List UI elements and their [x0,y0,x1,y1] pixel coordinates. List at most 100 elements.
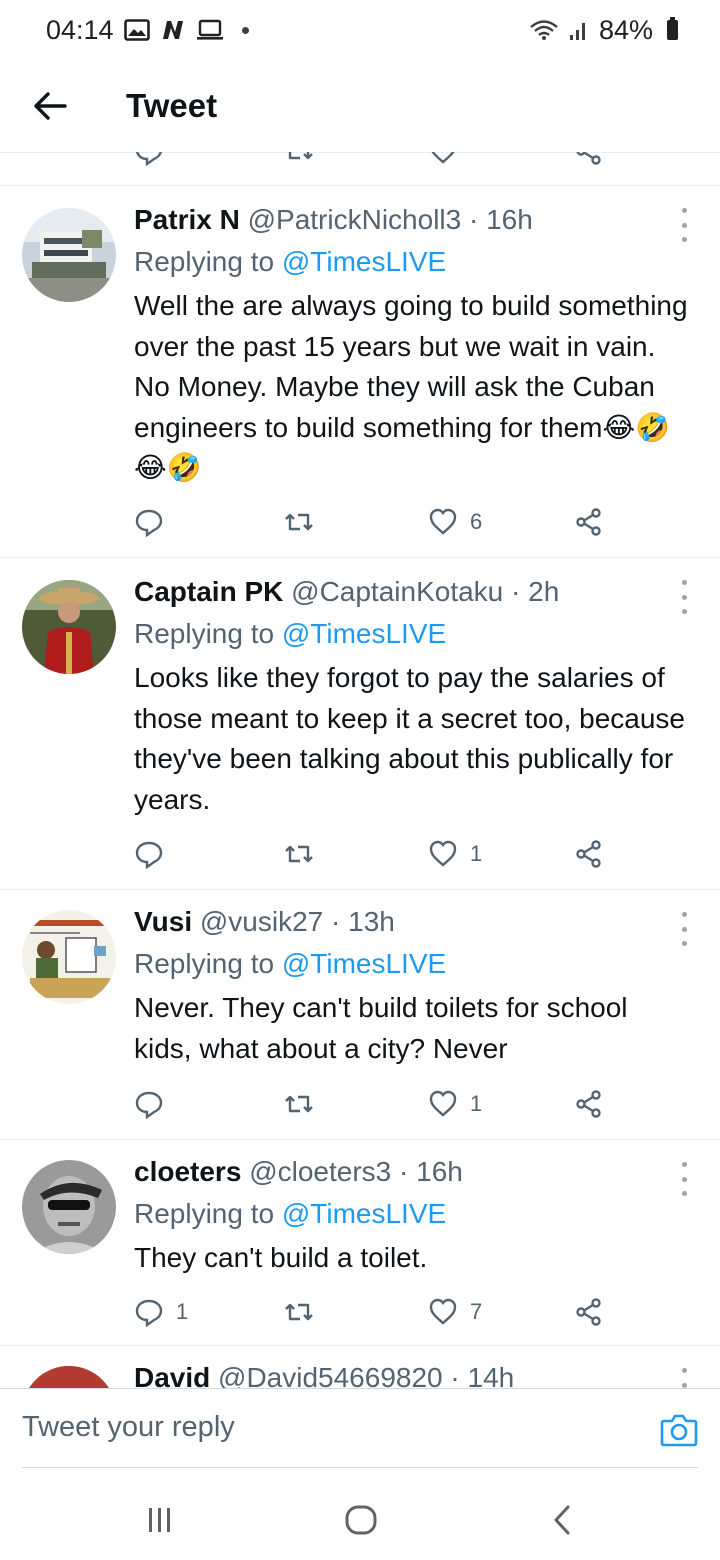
like-count: 1 [470,1091,483,1116]
tweet-time[interactable]: 14h [468,1362,515,1388]
separator: · [450,1362,460,1388]
back-icon [554,1505,570,1535]
author-name[interactable]: cloeters [134,1156,241,1187]
reply-icon[interactable] [134,152,164,166]
retweet-button[interactable] [284,1292,326,1332]
replying-prefix: Replying to [134,1198,282,1229]
like-count: 6 [470,509,483,534]
tweet[interactable]: Vusi @vusik27 · 13h Replying to @TimesLI… [0,890,720,1140]
tweet-actions: 1 [134,834,614,874]
home-button[interactable] [344,1500,378,1545]
mention-link[interactable]: @TimesLIVE [282,1198,446,1229]
author-name[interactable]: Captain PK [134,576,283,607]
reply-button[interactable] [134,834,176,874]
recent-apps-icon [149,1508,170,1532]
avatar[interactable] [22,910,116,1004]
retweet-button[interactable] [284,834,326,874]
share-icon [576,1298,601,1326]
separator: · [469,204,479,235]
laptop-icon [196,19,224,41]
retweet-button[interactable] [284,1084,326,1124]
camera-button[interactable] [660,1413,698,1452]
like-button[interactable]: 1 [428,834,482,874]
retweet-icon [285,513,313,531]
tweet[interactable]: Patrix N @PatrickNicholl3 · 16h Replying… [0,186,720,558]
tweet-content: David @David54669820 · 14h [134,1360,690,1388]
reply-icon [135,1091,163,1119]
author-handle[interactable]: @vusik27 [200,906,323,937]
author-handle[interactable]: @David54669820 [218,1362,443,1388]
avatar[interactable] [22,1160,116,1254]
like-button[interactable]: 6 [428,502,482,542]
app-header: Tweet [0,60,720,153]
share-icon[interactable] [574,152,604,166]
like-button[interactable]: 1 [428,1084,482,1124]
reply-button[interactable]: 1 [134,1292,188,1332]
tweet-content: Vusi @vusik27 · 13h Replying to @TimesLI… [134,904,690,1069]
avatar[interactable] [22,1366,116,1388]
tweet-clipped[interactable]: David @David54669820 · 14h [0,1346,720,1388]
replying-to: Replying to @TimesLIVE [134,614,690,654]
status-time: 04:14 [46,14,114,45]
reply-button[interactable] [134,1084,176,1124]
separator: · [511,576,521,607]
back-button[interactable] [0,60,100,152]
mention-link[interactable]: @TimesLIVE [282,246,446,277]
author-handle[interactable]: @cloeters3 [249,1156,391,1187]
system-nav-bar [0,1480,720,1560]
tweet[interactable]: Captain PK @CaptainKotaku · 2h Replying … [0,558,720,890]
tweet-time[interactable]: 2h [528,576,559,607]
tweet-header: Vusi @vusik27 · 13h [134,904,690,940]
nav-back-button[interactable] [550,1500,574,1545]
share-button[interactable] [574,834,604,874]
replying-prefix: Replying to [134,948,282,979]
author-handle[interactable]: @CaptainKotaku [291,576,503,607]
author-name[interactable]: David [134,1362,210,1388]
battery-icon [667,17,678,40]
signal-icon [569,19,589,41]
tweet-text: Never. They can't build toilets for scho… [134,992,628,1064]
tweet-header: cloeters @cloeters3 · 16h [134,1154,690,1190]
avatar[interactable] [22,580,116,674]
tweet-time[interactable]: 16h [486,204,533,235]
mention-link[interactable]: @TimesLIVE [282,948,446,979]
mention-link[interactable]: @TimesLIVE [282,618,446,649]
reply-button[interactable] [134,502,176,542]
author-name[interactable]: Patrix N [134,204,240,235]
wifi-icon [529,19,559,41]
share-button[interactable] [574,1084,604,1124]
arrow-left-icon [34,92,67,120]
separator: · [399,1156,409,1187]
tweet-actions: 6 [134,502,614,542]
reply-input[interactable]: Tweet your reply [22,1411,235,1444]
share-button[interactable] [574,1292,604,1332]
retweet-icon [285,845,313,863]
like-button[interactable]: 7 [428,1292,482,1332]
like-count: 7 [470,1299,483,1324]
recent-apps-button[interactable] [146,1500,174,1545]
tweet-time[interactable]: 16h [416,1156,463,1187]
author-handle[interactable]: @PatrickNicholl3 [248,204,462,235]
tweet-content: Patrix N @PatrickNicholl3 · 16h Replying… [134,202,690,489]
tweet[interactable]: cloeters @cloeters3 · 16h Replying to @T… [0,1140,720,1346]
reply-icon [135,509,163,537]
reply-icon [135,1299,163,1327]
tweet-time[interactable]: 13h [348,906,395,937]
retweet-button[interactable] [284,502,326,542]
tweet-actions: 1 7 [134,1292,614,1332]
n-icon [160,19,186,41]
like-count: 1 [470,841,483,866]
share-button[interactable] [574,502,604,542]
heart-icon [429,840,457,867]
previous-tweet-actions [0,152,720,186]
tweet-text: Looks like they forgot to pay the salari… [134,662,686,815]
heart-icon[interactable] [428,152,458,166]
replying-to: Replying to @TimesLIVE [134,944,690,984]
tweet-header: Captain PK @CaptainKotaku · 2h [134,574,690,610]
author-name[interactable]: Vusi [134,906,192,937]
reply-underline [22,1467,698,1468]
camera-icon [660,1414,698,1447]
tweet-header: David @David54669820 · 14h [134,1360,690,1388]
avatar[interactable] [22,208,116,302]
retweet-icon[interactable] [284,152,314,166]
